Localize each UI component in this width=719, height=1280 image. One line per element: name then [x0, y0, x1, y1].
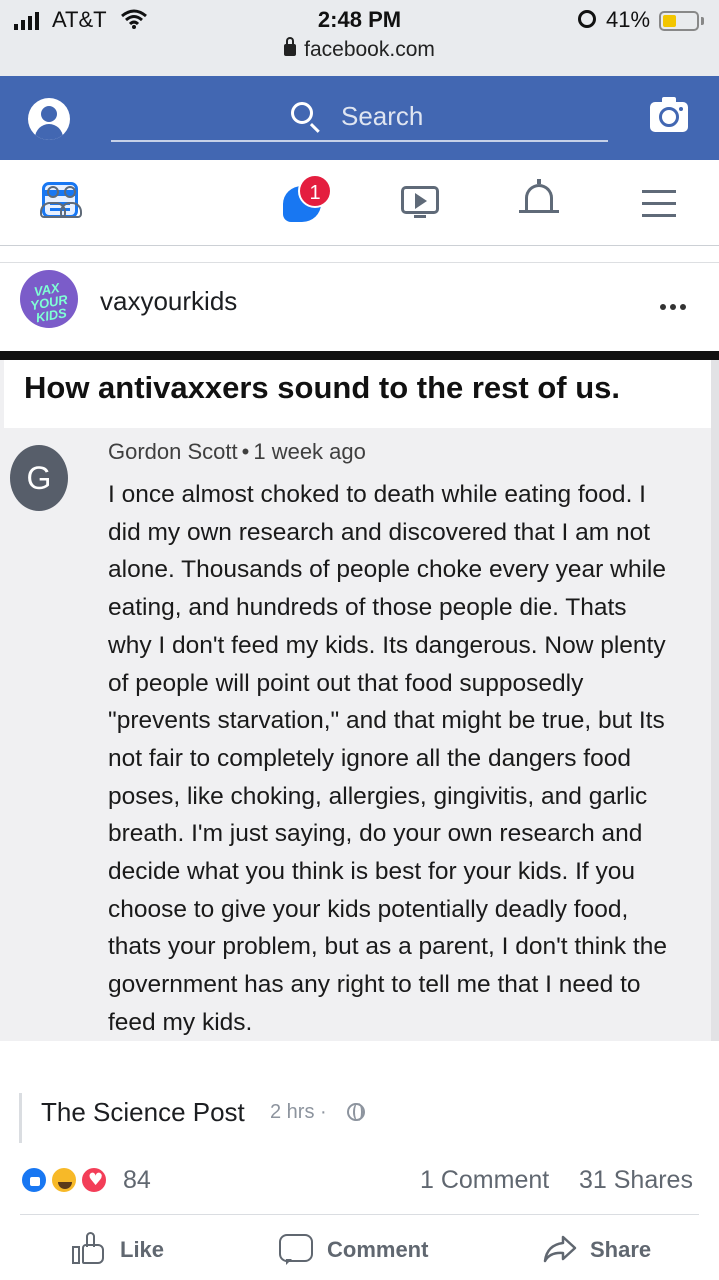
shared-attribution-bar — [19, 1093, 22, 1143]
globe-icon — [347, 1103, 365, 1121]
nav-tabs: 1 — [0, 160, 719, 246]
search-input[interactable] — [341, 98, 591, 134]
watch-icon-stand — [414, 215, 426, 218]
alarm-icon — [578, 10, 596, 28]
url-text: facebook.com — [304, 38, 435, 61]
comment-line: government has any right to tell me that… — [108, 971, 641, 999]
address-bar[interactable]: facebook.com — [0, 37, 719, 62]
avatar-logo-text: VAX YOUR KIDS — [29, 280, 69, 326]
battery-percentage: 41% — [606, 7, 651, 32]
share-icon — [542, 1234, 578, 1264]
friends-icon[interactable] — [40, 186, 84, 220]
comment-line: choose to give your kids potentially dea… — [108, 895, 629, 923]
comment-meta: Gordon Scott • 1 week ago — [108, 439, 366, 464]
share-count[interactable]: 31 Shares — [579, 1166, 693, 1195]
comment-line: feed my kids. — [108, 1008, 253, 1036]
battery-tip — [701, 17, 704, 25]
haha-reaction-icon[interactable] — [50, 1166, 78, 1194]
source-page-name[interactable]: The Science Post — [41, 1097, 245, 1128]
comment-count[interactable]: 1 Comment — [420, 1166, 549, 1195]
messenger-badge: 1 — [298, 174, 332, 208]
bell-icon-base — [519, 210, 559, 213]
comment-line: eating, and hundreds of those people die… — [108, 594, 627, 622]
menu-icon[interactable] — [642, 190, 676, 217]
comment-line: thats your problem, but as a parent, I d… — [108, 933, 667, 961]
top-bar — [0, 76, 719, 160]
page-name[interactable]: vaxyourkids — [100, 286, 237, 317]
source-timestamp[interactable]: 2 hrs · — [270, 1101, 327, 1124]
lock-icon — [284, 37, 297, 56]
love-reaction-icon[interactable] — [80, 1166, 108, 1194]
comment-line: I once almost choked to death while eati… — [108, 481, 646, 508]
search-icon — [291, 102, 313, 124]
comment-line: why I don't feed my kids. Its dangerous.… — [108, 631, 666, 659]
like-button[interactable]: Like — [70, 1226, 190, 1272]
comment-text: I once almost choked to death while eati… — [108, 476, 718, 1042]
meme-title: How antivaxxers sound to the rest of us. — [24, 370, 621, 405]
comment-line: decide what you think is best for your k… — [108, 858, 636, 886]
comment-line: did my own research and discovered that … — [108, 518, 651, 546]
page-avatar[interactable]: VAX YOUR KIDS — [20, 270, 78, 328]
comment-button[interactable]: Comment — [277, 1226, 457, 1272]
share-label: Share — [590, 1237, 652, 1262]
camera-icon[interactable] — [650, 97, 688, 132]
search-bar[interactable] — [111, 96, 608, 142]
status-bar: AT&T 2:48 PM 41% facebook.com — [0, 0, 719, 76]
comment-line: of people will point out that food suppo… — [108, 669, 584, 697]
commenter-name: Gordon Scott — [108, 439, 238, 464]
share-button[interactable]: Share — [540, 1226, 680, 1272]
comment-line: "prevents starvation," and that might be… — [108, 707, 665, 735]
watch-icon[interactable] — [401, 186, 439, 214]
comment-line: breath. I'm just saying, do your own res… — [108, 820, 643, 848]
notifications-bell-icon[interactable] — [525, 184, 553, 212]
like-label: Like — [120, 1237, 165, 1262]
comment-line: poses, like choking, allergies, gingivit… — [108, 782, 648, 810]
comment-line: not fair to completely ignore all the da… — [108, 744, 631, 772]
more-options-icon[interactable] — [660, 297, 692, 310]
like-reaction-icon[interactable] — [20, 1166, 48, 1194]
comment-icon — [279, 1234, 313, 1265]
divider — [20, 1214, 699, 1215]
comment-label: Comment — [327, 1237, 429, 1262]
commenter-avatar: G — [10, 445, 68, 511]
reaction-count[interactable]: 84 — [123, 1166, 151, 1195]
comment-line: alone. Thousands of people choke every y… — [108, 556, 666, 584]
profile-icon[interactable] — [28, 98, 70, 140]
battery-icon — [659, 11, 699, 31]
comment-time: 1 week ago — [253, 439, 366, 464]
like-icon — [72, 1232, 106, 1264]
